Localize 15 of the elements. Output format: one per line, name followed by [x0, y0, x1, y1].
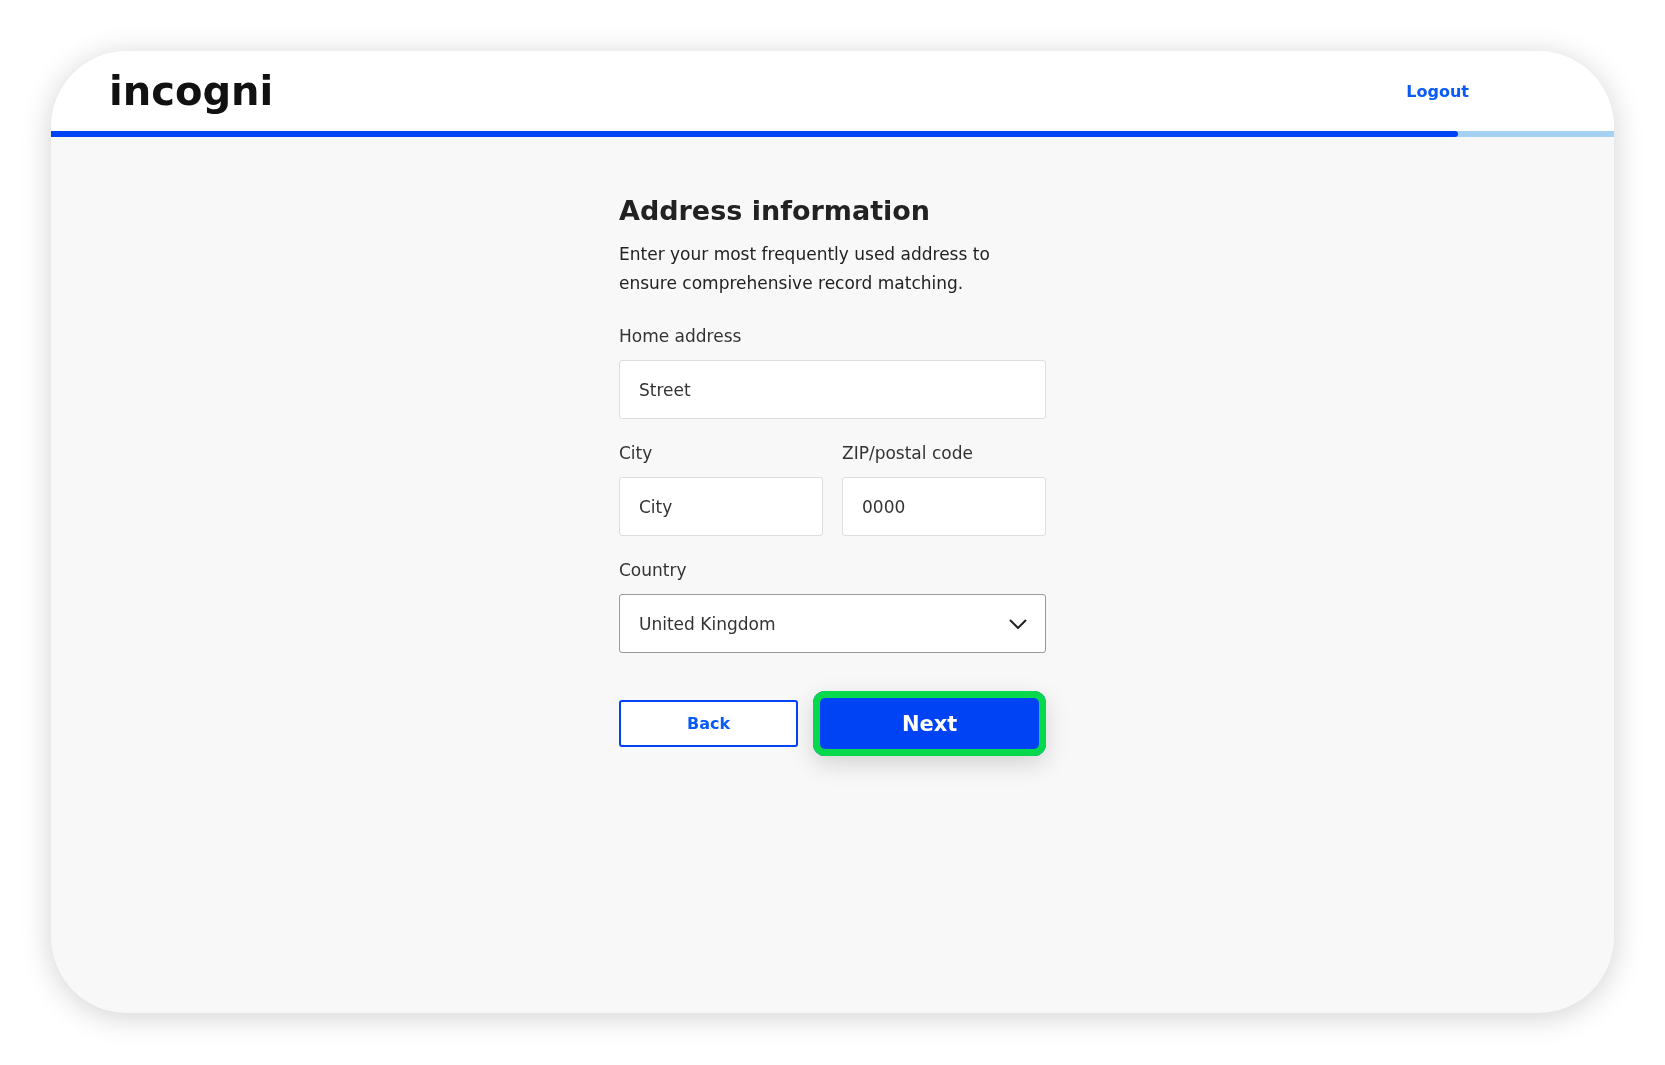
street-field[interactable]: Street: [619, 360, 1046, 419]
field-label: City: [619, 443, 654, 463]
zip-field[interactable]: 0000: [842, 477, 1046, 536]
field-label: ZIP/postal code: [842, 443, 974, 463]
field-label: Country: [619, 560, 688, 580]
logo: incogni: [109, 68, 274, 114]
form-description: Enter your most frequently used address to ensure comprehensive record matching.: [619, 243, 991, 295]
field-label: Home address: [619, 326, 743, 346]
city-field[interactable]: City: [619, 477, 823, 536]
logout-link[interactable]: Logout: [1406, 81, 1469, 101]
form-title: Address information: [619, 195, 932, 226]
country-dropdown[interactable]: United Kingdom: [619, 594, 1046, 653]
chevron-down-icon: [1009, 618, 1027, 629]
back-button[interactable]: Back: [619, 700, 799, 747]
next-button[interactable]: Next: [813, 691, 1046, 756]
